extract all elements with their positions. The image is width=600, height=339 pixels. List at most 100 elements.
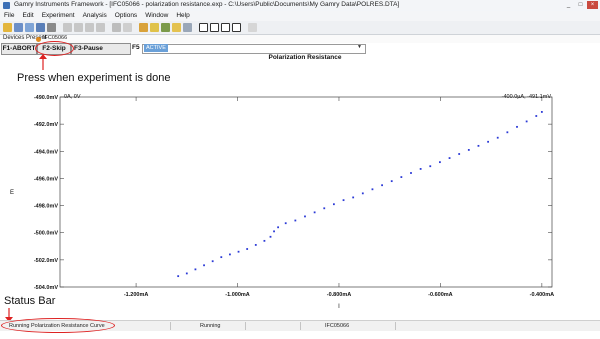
maximize-button[interactable]: □ bbox=[575, 1, 586, 9]
cursor-readout: -400.0µA, -491.1mV bbox=[502, 94, 552, 100]
data-point bbox=[506, 131, 509, 134]
cut-icon[interactable] bbox=[63, 23, 72, 32]
plot-frame bbox=[59, 96, 553, 288]
data-point bbox=[323, 207, 326, 210]
y-tick-label: -500.0mV bbox=[34, 231, 58, 237]
data-point bbox=[448, 157, 451, 159]
print-icon[interactable] bbox=[47, 23, 56, 32]
menu-options[interactable]: Options bbox=[115, 12, 137, 19]
data-point bbox=[273, 230, 275, 233]
data-point bbox=[467, 149, 470, 151]
tile-icon[interactable] bbox=[210, 23, 219, 32]
menu-window[interactable]: Window bbox=[145, 12, 168, 19]
data-point bbox=[540, 111, 543, 113]
x-tick-label: -1.000mA bbox=[225, 292, 249, 298]
data-point bbox=[410, 172, 412, 174]
menu-bar: File Edit Experiment Analysis Options Wi… bbox=[0, 11, 600, 21]
origin-label: 0A, 0V bbox=[64, 94, 81, 100]
y-tick-label: -502.0mV bbox=[34, 258, 58, 264]
device-status-icon bbox=[36, 37, 41, 42]
folder-icon[interactable] bbox=[172, 23, 181, 32]
toolbar bbox=[0, 21, 600, 35]
status-divider bbox=[245, 322, 246, 330]
data-point bbox=[439, 161, 441, 164]
y-ticks: -490.0mV -492.0mV -494.0mV -496.0mV -498.0mV… bbox=[34, 95, 552, 291]
function-key-bar: F1-ABORT F2-Skip F3-Pause F5 ACTIVE ▼ bbox=[0, 43, 600, 55]
status-highlight-ellipse bbox=[1, 318, 115, 333]
status-state: Running bbox=[200, 323, 221, 329]
x-tick-label: -1.200mA bbox=[124, 292, 148, 298]
f5-dropdown[interactable] bbox=[142, 44, 366, 54]
devices-row: Devices Present IFC05066 bbox=[0, 35, 600, 43]
app-icon bbox=[3, 2, 10, 9]
data-point bbox=[487, 140, 489, 143]
arrange-icon[interactable] bbox=[232, 23, 241, 32]
window-layout-icon[interactable] bbox=[199, 23, 208, 32]
menu-help[interactable]: Help bbox=[176, 12, 189, 19]
copy-icon[interactable] bbox=[74, 23, 83, 32]
data-point bbox=[254, 244, 257, 246]
about-icon[interactable] bbox=[248, 23, 257, 32]
data-point bbox=[294, 219, 297, 222]
status-divider bbox=[300, 322, 301, 330]
save-all-icon[interactable] bbox=[25, 23, 34, 32]
f1-abort-button[interactable]: F1-ABORT bbox=[1, 43, 37, 55]
save-icon[interactable] bbox=[14, 23, 23, 32]
f5-value: ACTIVE bbox=[144, 44, 168, 52]
data-point bbox=[525, 120, 528, 123]
close-button[interactable]: × bbox=[587, 1, 598, 9]
close-file-icon[interactable] bbox=[36, 23, 45, 32]
y-tick-label: -504.0mV bbox=[34, 285, 58, 291]
f5-label: F5 bbox=[132, 44, 140, 51]
data-point bbox=[496, 136, 499, 139]
x-tick-label: -0.400mA bbox=[530, 292, 554, 298]
graph-icon[interactable] bbox=[161, 23, 170, 32]
open-icon[interactable] bbox=[3, 23, 12, 32]
polarization-chart: -490.0mV -492.0mV -494.0mV -496.0mV -498.0mV… bbox=[10, 94, 554, 310]
chevron-down-icon[interactable]: ▼ bbox=[357, 44, 362, 50]
pen-icon[interactable] bbox=[150, 23, 159, 32]
window-title: Gamry Instruments Framework - [IFC05066 … bbox=[14, 1, 400, 8]
menu-items: File Edit Experiment Analysis Options Wi… bbox=[4, 12, 190, 19]
data-point bbox=[342, 199, 345, 202]
status-divider bbox=[170, 322, 171, 330]
status-divider bbox=[395, 322, 396, 330]
window-controls: _ □ × bbox=[563, 1, 598, 9]
data-point bbox=[269, 235, 272, 238]
data-point bbox=[304, 215, 306, 218]
data-point bbox=[277, 226, 280, 229]
data-point bbox=[352, 196, 355, 199]
data-point bbox=[185, 272, 188, 275]
data-point bbox=[535, 115, 538, 117]
data-point bbox=[458, 153, 461, 155]
data-point bbox=[332, 203, 335, 206]
paste-icon[interactable] bbox=[85, 23, 94, 32]
data-point bbox=[361, 192, 364, 195]
data-point bbox=[313, 211, 316, 214]
menu-experiment[interactable]: Experiment bbox=[42, 12, 75, 19]
minimize-button[interactable]: _ bbox=[563, 1, 574, 9]
script-icon[interactable] bbox=[139, 23, 148, 32]
status-device: IFC05066 bbox=[325, 323, 350, 329]
y-axis-label: E bbox=[10, 190, 14, 196]
chart-icon[interactable] bbox=[183, 23, 192, 32]
cascade-icon[interactable] bbox=[221, 23, 230, 32]
data-point bbox=[477, 144, 480, 147]
y-tick-label: -494.0mV bbox=[34, 149, 58, 155]
data-point bbox=[220, 256, 223, 259]
menu-analysis[interactable]: Analysis bbox=[83, 12, 107, 19]
data-point bbox=[237, 250, 240, 253]
data-points bbox=[177, 111, 543, 278]
data-point bbox=[390, 180, 393, 183]
undo-icon[interactable] bbox=[96, 23, 105, 32]
f3-pause-button[interactable]: F3-Pause bbox=[71, 43, 131, 55]
chart-title: Polarization Resistance bbox=[268, 54, 342, 61]
find-icon[interactable] bbox=[123, 23, 132, 32]
menu-edit[interactable]: Edit bbox=[22, 12, 33, 19]
help-context-icon[interactable] bbox=[112, 23, 121, 32]
data-point bbox=[381, 184, 383, 187]
menu-file[interactable]: File bbox=[4, 12, 14, 19]
data-point bbox=[211, 260, 214, 263]
data-point bbox=[419, 168, 422, 170]
press-when-done-annotation: Press when experiment is done bbox=[17, 72, 171, 84]
